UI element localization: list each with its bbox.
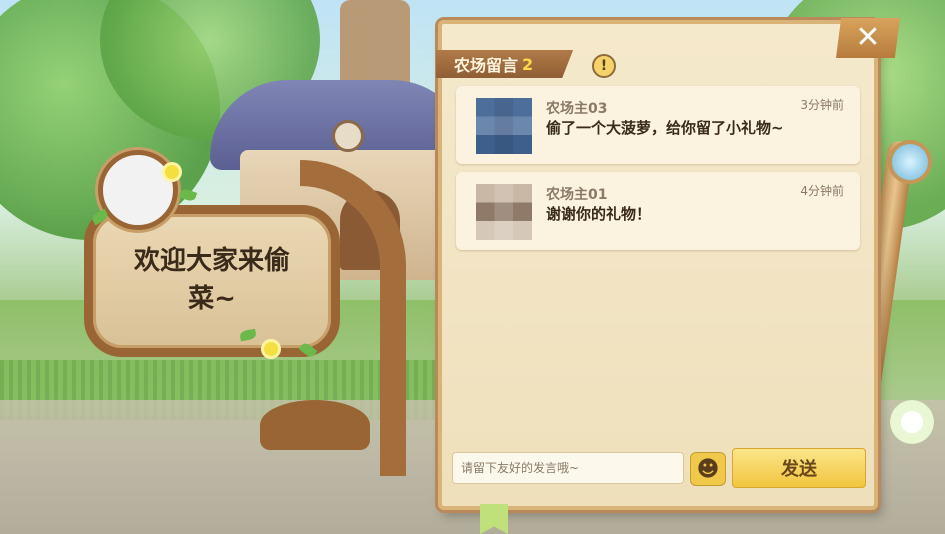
flower-icon (264, 342, 278, 356)
game-scene: 欢迎大家来偷菜~ 农场留言 2 ! 农场主03 3分钟前 偷了一个大菠萝，给你留… (0, 0, 945, 534)
panel-title: 农场留言 (454, 56, 519, 75)
message-author: 农场主01 (546, 187, 608, 203)
house-window (332, 120, 364, 152)
message-input[interactable] (452, 452, 684, 484)
message-list: 农场主03 3分钟前 偷了一个大菠萝，给你留了小礼物~ 农场主01 4分钟前 谢… (456, 86, 860, 258)
sign-avatar-circle[interactable] (98, 150, 178, 230)
smiley-icon: ☻ (696, 456, 720, 482)
staff-orb-icon (888, 140, 932, 184)
message-author: 农场主03 (546, 101, 608, 117)
message-text: 偷了一个大菠萝，给你留了小礼物~ (546, 119, 784, 137)
panel-header-tab: 农场留言 2 (436, 50, 574, 78)
welcome-sign-text: 欢迎大家来偷菜~ (133, 246, 290, 314)
flower-icon (165, 165, 179, 179)
flower-icon (890, 400, 934, 444)
message-time: 3分钟前 (800, 98, 844, 112)
message-text: 谢谢你的礼物！ (546, 205, 652, 223)
message-time: 4分钟前 (800, 184, 844, 198)
user-avatar[interactable] (476, 98, 532, 154)
send-button[interactable]: 发送 (732, 448, 866, 488)
farm-message-panel: 农场留言 2 ! 农场主03 3分钟前 偷了一个大菠萝，给你留了小礼物~ 农场主… (436, 20, 878, 510)
close-button[interactable]: ✕ (836, 18, 900, 58)
close-icon: ✕ (855, 20, 881, 55)
message-composer: ☻ 发送 (452, 448, 866, 488)
message-card: 农场主01 4分钟前 谢谢你的礼物！ (456, 172, 860, 250)
message-count: 2 (522, 54, 534, 74)
emoji-button[interactable]: ☻ (690, 452, 726, 486)
message-card: 农场主03 3分钟前 偷了一个大菠萝，给你留了小礼物~ (456, 86, 860, 164)
welcome-sign[interactable]: 欢迎大家来偷菜~ (84, 205, 340, 357)
sign-tree-base (260, 400, 370, 450)
user-avatar[interactable] (476, 184, 532, 240)
info-icon[interactable]: ! (592, 54, 616, 78)
